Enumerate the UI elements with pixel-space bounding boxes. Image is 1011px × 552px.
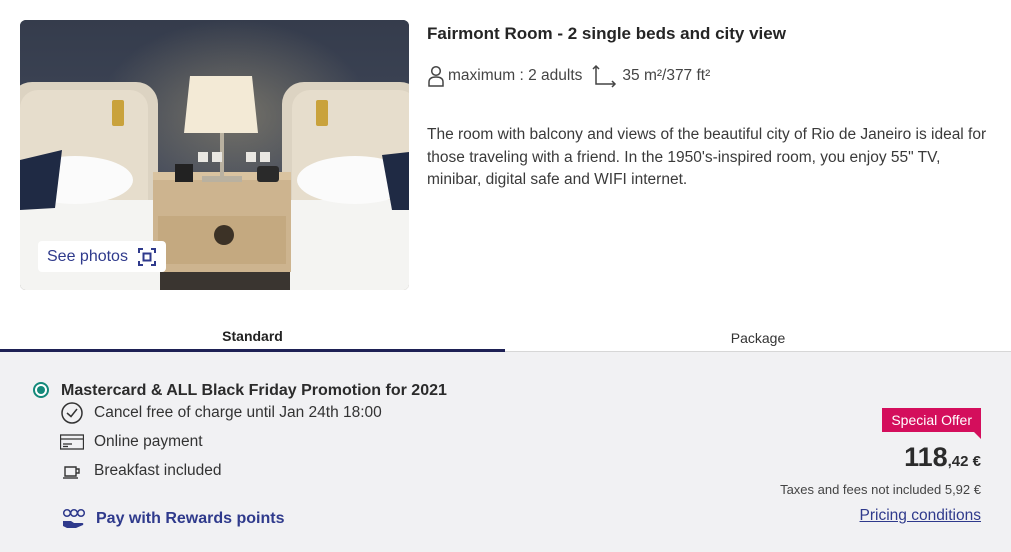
special-offer-badge: Special Offer [882, 408, 981, 439]
tab-package[interactable]: Package [505, 318, 1011, 352]
rewards-points-icon [61, 508, 87, 530]
offer-radio[interactable] [33, 382, 49, 398]
clock-icon [60, 401, 84, 425]
room-size-icon [592, 64, 618, 88]
room-description: The room with balcony and views of the b… [427, 126, 987, 188]
feature-payment: Online payment [60, 430, 203, 454]
occupancy-text: maximum : 2 adults [448, 67, 583, 84]
price-decimal: ,42 € [947, 453, 981, 470]
room-photo[interactable]: See photos [20, 20, 409, 290]
room-meta: maximum : 2 adults 35 m²/377 ft² [427, 64, 710, 88]
pay-with-rewards-button[interactable]: Pay with Rewards points [61, 507, 284, 531]
coffee-cup-icon [60, 459, 84, 483]
offer-panel: Mastercard & ALL Black Friday Promotion … [0, 352, 1011, 552]
credit-card-icon [60, 430, 84, 454]
feature-breakfast-text: Breakfast included [94, 462, 222, 479]
see-photos-label: See photos [47, 247, 128, 265]
feature-cancellation: Cancel free of charge until Jan 24th 18:… [60, 401, 382, 425]
person-icon [427, 64, 445, 88]
expand-frame-icon [137, 247, 156, 266]
offer-name: Mastercard & ALL Black Friday Promotion … [61, 382, 447, 399]
room-title: Fairmont Room - 2 single beds and city v… [427, 24, 786, 43]
feature-cancellation-text: Cancel free of charge until Jan 24th 18:… [94, 404, 382, 421]
rewards-label: Pay with Rewards points [96, 510, 285, 527]
feature-payment-text: Online payment [94, 433, 203, 450]
see-photos-button[interactable]: See photos [38, 241, 166, 272]
feature-breakfast: Breakfast included [60, 459, 222, 483]
room-size-text: 35 m²/377 ft² [622, 67, 711, 84]
taxes-note: Taxes and fees not included 5,92 € [780, 482, 981, 497]
pricing-conditions-link[interactable]: Pricing conditions [860, 507, 981, 525]
price-integer: 118 [904, 442, 948, 472]
rate-tabs: Standard Package [0, 318, 1011, 352]
tab-standard[interactable]: Standard [0, 318, 505, 352]
price: 118,42 € [904, 442, 981, 473]
